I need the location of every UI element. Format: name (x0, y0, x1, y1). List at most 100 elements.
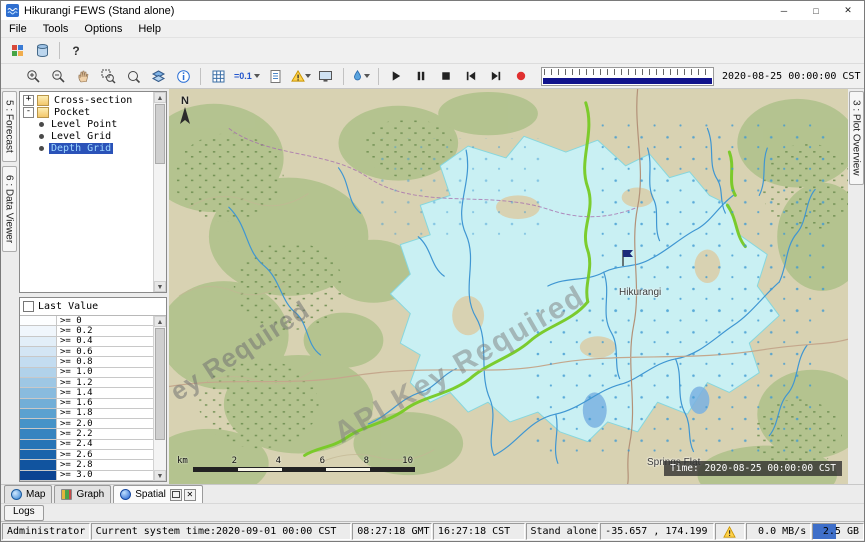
warning-icon (291, 69, 305, 83)
explorer-button[interactable] (5, 40, 29, 62)
zoom-area-icon (101, 69, 116, 84)
menu-item[interactable]: Options (76, 23, 130, 35)
layer-dot-icon (39, 134, 44, 139)
grid-display-button[interactable] (206, 65, 230, 87)
tree-item-label[interactable]: Level Grid (49, 131, 113, 142)
map-toolbar: =0.1 (1, 64, 864, 89)
contour-threshold-dropdown[interactable]: =0.1 (231, 66, 263, 86)
scrollbar-thumb[interactable] (155, 104, 165, 164)
map-canvas[interactable] (169, 89, 848, 484)
menu-item[interactable]: Tools (35, 23, 77, 35)
tree-item-label[interactable]: Cross-section (52, 95, 134, 106)
legend-color-swatch (20, 440, 57, 449)
minimize-button[interactable]: ─ (768, 1, 800, 20)
legend-label: >= 1.8 (57, 408, 93, 418)
north-arrow-icon (179, 107, 191, 125)
memory-value: 2.5 GB (823, 526, 859, 537)
north-arrow: N (179, 95, 191, 128)
bottom-tab[interactable]: Spatial ✕ (113, 485, 203, 503)
bottom-tab[interactable]: Graph ✕ (54, 485, 111, 503)
tree-expander-icon[interactable]: + (23, 95, 34, 106)
pause-button[interactable] (409, 65, 433, 87)
play-button[interactable] (384, 65, 408, 87)
logs-button[interactable]: Logs (4, 505, 44, 521)
tree-item[interactable]: + Cross-section (20, 94, 153, 106)
tree-item-label[interactable]: Level Point (49, 119, 119, 130)
legend-row: >= 1.2 (20, 378, 153, 388)
maximize-button[interactable]: □ (800, 1, 832, 20)
tree-item[interactable]: Level Grid (20, 130, 153, 142)
panel-close-button[interactable]: ✕ (184, 489, 196, 501)
scroll-up-icon[interactable]: ▲ (154, 316, 166, 327)
vertical-tab[interactable]: 3 : Plot Overview (849, 91, 864, 185)
zoom-area-button[interactable] (96, 65, 120, 87)
menu-item[interactable]: Help (130, 23, 169, 35)
last-value-checkbox[interactable] (23, 301, 34, 312)
scroll-down-icon[interactable]: ▼ (154, 470, 166, 481)
legend-header: Last Value (20, 298, 166, 315)
time-slider-bar[interactable] (543, 78, 712, 84)
step-forward-button[interactable] (484, 65, 508, 87)
layers-button[interactable] (146, 65, 170, 87)
panel-restore-button[interactable] (170, 489, 182, 501)
legend-label: >= 1.6 (57, 398, 93, 408)
zoom-extent-button[interactable] (121, 65, 145, 87)
status-system-time: Current system time:2020-09-01 00:00 CST (91, 523, 352, 540)
legend-scrollbar[interactable]: ▲ ▼ (153, 316, 166, 481)
scale-tick-label: 10 (369, 456, 413, 466)
pan-button[interactable] (71, 65, 95, 87)
scrollbar-thumb[interactable] (155, 328, 165, 440)
tree-item[interactable]: Depth Grid (20, 142, 153, 154)
stop-button[interactable] (434, 65, 458, 87)
legend-label: >= 2.0 (57, 419, 93, 429)
profile-tool-dropdown[interactable] (349, 65, 373, 87)
status-gmt-time: 08:27:18 GMT (352, 523, 432, 540)
explorer-icon (10, 43, 25, 58)
chevron-down-icon (254, 74, 260, 78)
scale-tick-label: 4 (237, 456, 281, 466)
skip-forward-icon (489, 69, 503, 83)
help-button[interactable]: ? (65, 40, 87, 62)
tree-item-label[interactable]: Pocket (52, 107, 92, 118)
zoom-in-button[interactable] (21, 65, 45, 87)
tree-item[interactable]: Level Point (20, 118, 153, 130)
record-button[interactable] (509, 65, 533, 87)
scrollbar-track (154, 165, 166, 281)
chevron-down-icon (364, 74, 370, 78)
step-back-button[interactable] (459, 65, 483, 87)
vertical-tab[interactable]: 5 : Forecast (2, 91, 17, 162)
main-area: 5 : Forecast 6 : Data Viewer + Cross-sec… (1, 89, 864, 484)
bottom-tab[interactable]: Map ✕ (4, 485, 52, 503)
info-button[interactable] (171, 65, 195, 87)
display-button[interactable] (314, 65, 338, 87)
warnings-dropdown-button[interactable] (289, 65, 313, 87)
window-controls: ─ □ ✕ (768, 1, 864, 20)
vertical-tab[interactable]: 6 : Data Viewer (2, 166, 17, 252)
tree-scrollbar[interactable]: ▲ ▼ (153, 92, 166, 292)
scroll-up-icon[interactable]: ▲ (154, 92, 166, 103)
close-button[interactable]: ✕ (832, 1, 864, 20)
status-network-rate: 0.0 MB/s (746, 523, 812, 540)
status-warning[interactable] (715, 523, 745, 540)
scale-tick-label: 2 (193, 456, 237, 466)
layer-tree: + Cross-section - Pocket (20, 92, 153, 292)
legend-box: Last Value >= 0 >= 0.2 (19, 297, 167, 482)
time-slider[interactable] (541, 67, 714, 86)
zoom-out-button[interactable] (46, 65, 70, 87)
menu-item[interactable]: File (1, 23, 35, 35)
map-viewport[interactable]: N ey Required API Key Required Hikurangi… (169, 89, 848, 484)
report-button[interactable] (264, 65, 288, 87)
legend-color-swatch (20, 326, 57, 335)
contour-threshold-value: =0.1 (234, 71, 252, 81)
tree-expander-icon[interactable]: - (23, 107, 34, 118)
tree-item-label[interactable]: Depth Grid (49, 143, 113, 154)
current-timestep-label: 2020-08-25 00:00:00 CST (722, 71, 860, 82)
tree-item[interactable]: - Pocket (20, 106, 153, 118)
legend-color-swatch (20, 316, 57, 325)
database-button[interactable] (30, 40, 54, 62)
layer-group-icon (37, 107, 49, 118)
layer-dot-icon (39, 146, 44, 151)
scroll-down-icon[interactable]: ▼ (154, 281, 166, 292)
legend-row: >= 0.6 (20, 347, 153, 357)
window-title: Hikurangi FEWS (Stand alone) (24, 5, 174, 17)
